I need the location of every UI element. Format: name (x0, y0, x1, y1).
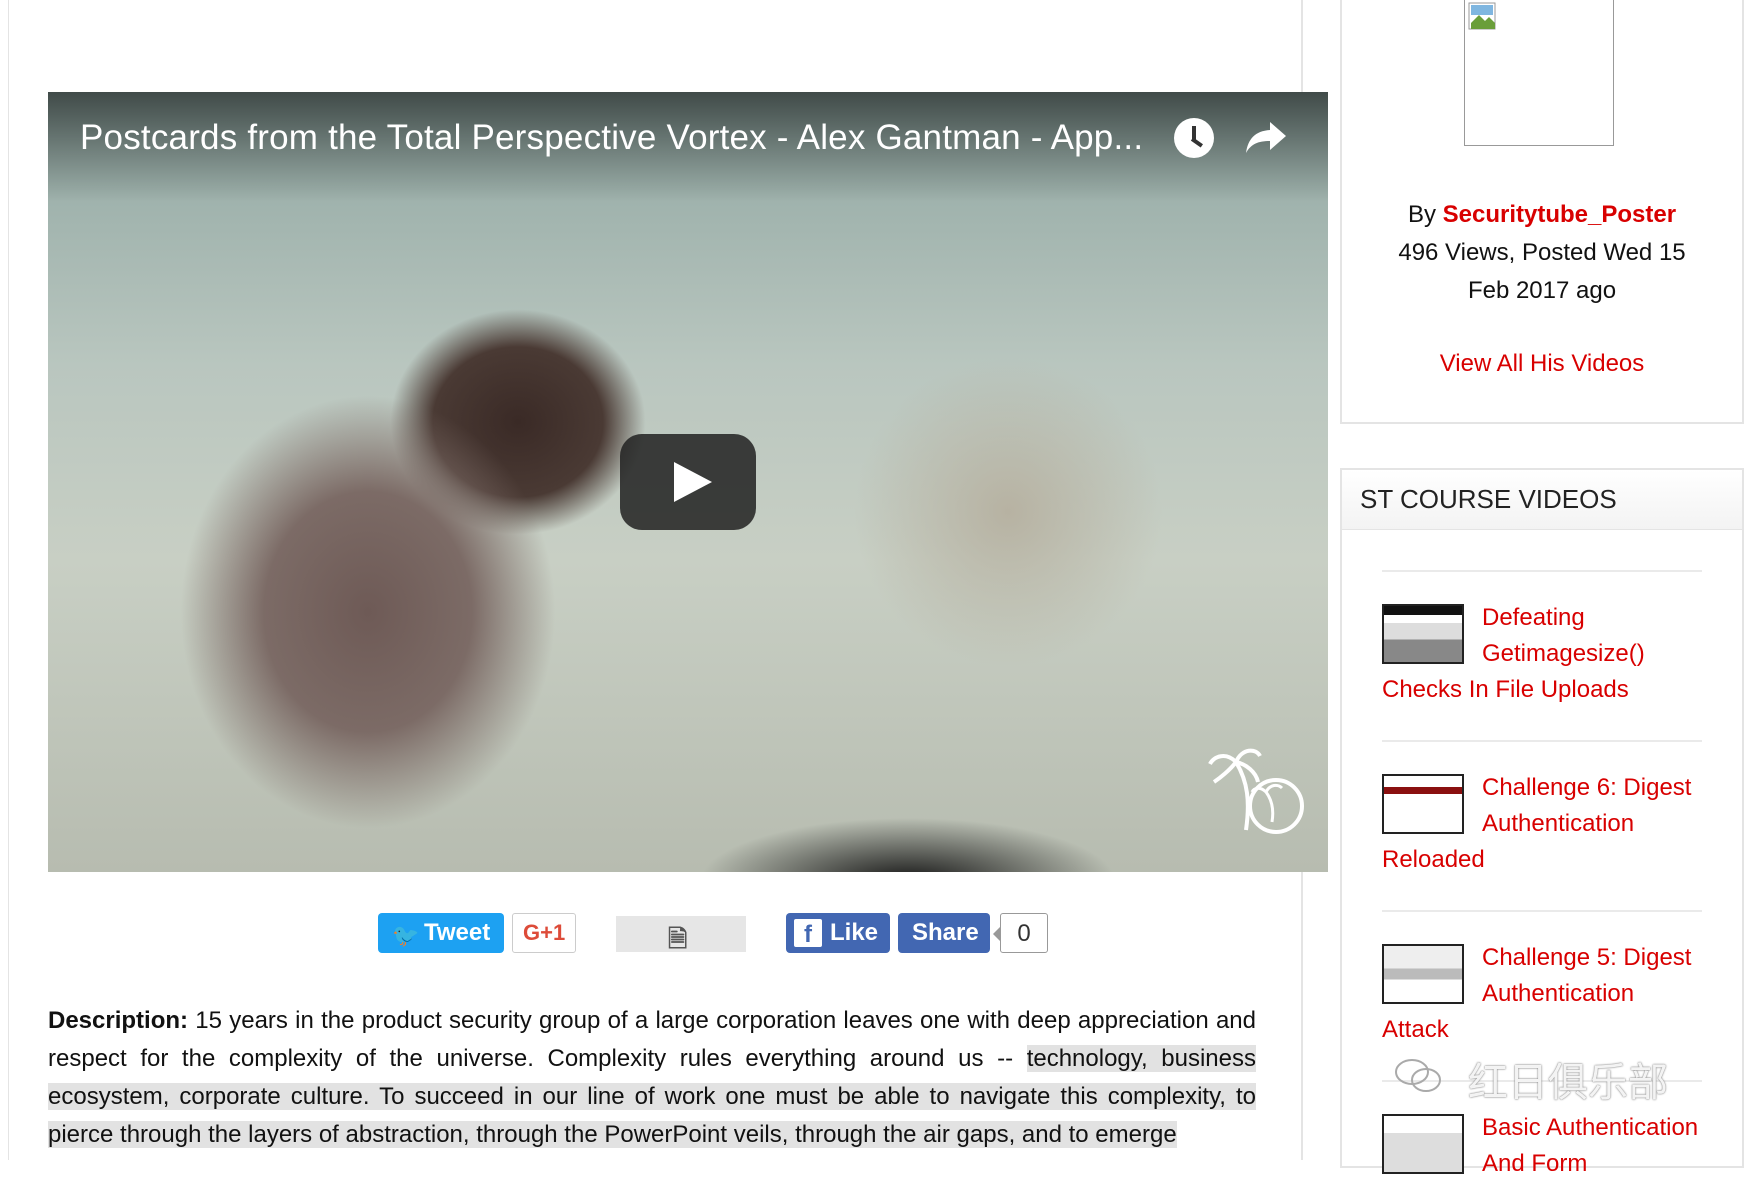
facebook-icon: f (794, 919, 822, 948)
course-video-item[interactable]: Challenge 6: Digest Authentication Reloa… (1382, 740, 1702, 878)
video-player[interactable]: Postcards from the Total Perspective Vor… (48, 92, 1328, 872)
wechat-icon (1395, 1059, 1441, 1092)
video-thumbnail[interactable] (1382, 604, 1464, 664)
video-thumbnail[interactable] (1382, 774, 1464, 834)
description-label: Description: (48, 1007, 189, 1034)
tweet-label: Tweet (424, 919, 491, 946)
share-label: Share (912, 919, 979, 946)
broken-image-icon (1468, 2, 1496, 30)
author-avatar (1464, 0, 1614, 146)
tweet-button[interactable]: 🐦 Tweet (378, 913, 504, 953)
watermark-text: 红日俱乐部 (1468, 1061, 1668, 1105)
course-video-item[interactable]: Defeating Getimagesize() Checks In File … (1382, 570, 1702, 708)
share-arrow-icon[interactable] (1244, 120, 1288, 156)
facebook-share-button[interactable]: Share (898, 913, 990, 953)
gplus-label: G+1 (523, 920, 566, 945)
like-label: Like (830, 919, 879, 946)
course-video-title[interactable]: Basic Authentication And Form (1482, 1114, 1698, 1177)
by-prefix: By (1407, 201, 1443, 228)
video-title[interactable]: Postcards from the Total Perspective Vor… (80, 118, 1143, 158)
twitter-bird-icon: 🐦 (392, 923, 420, 948)
broken-widget-button[interactable]: 🗎 (616, 916, 746, 953)
video-description: Description: 15 years in the product sec… (48, 1002, 1256, 1154)
author-byline: By Securitytube_Poster 496 Views, Posted… (1342, 196, 1742, 310)
broken-image-icon: 🗎 (668, 926, 688, 953)
course-videos-heading: ST COURSE VIDEOS (1342, 470, 1742, 530)
video-thumbnail[interactable] (1382, 944, 1464, 1004)
video-thumbnail[interactable] (1382, 1114, 1464, 1174)
facebook-like-button[interactable]: f Like (786, 913, 890, 953)
author-stats: 496 Views, Posted Wed 15 Feb 2017 ago (1398, 239, 1686, 304)
share-count: 0 (993, 913, 1048, 953)
palm-tree-logo-icon (1208, 748, 1304, 834)
play-button[interactable] (620, 434, 756, 530)
google-plus-button[interactable]: G+1 (512, 913, 576, 953)
view-all-videos-link[interactable]: View All His Videos (1342, 350, 1742, 378)
author-name-link[interactable]: Securitytube_Poster (1443, 201, 1676, 228)
clock-icon[interactable] (1174, 118, 1214, 158)
course-video-item[interactable]: Challenge 5: Digest Authentication Attac… (1382, 910, 1702, 1048)
author-panel: By Securitytube_Poster 496 Views, Posted… (1340, 0, 1744, 424)
